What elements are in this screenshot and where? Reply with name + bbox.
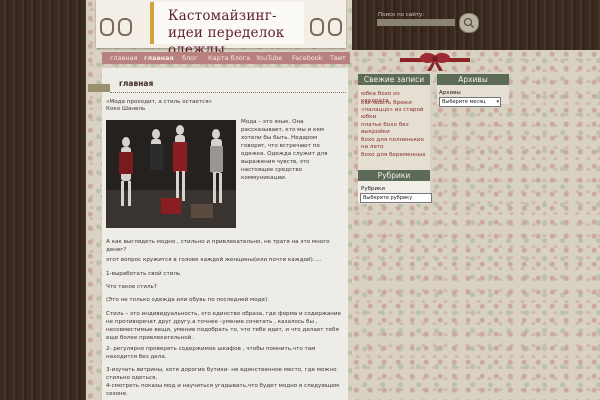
nav-home[interactable]: главная — [110, 52, 138, 64]
recent-post-link[interactable]: бохо для беременных — [361, 152, 429, 159]
post-quote-author: Коко Шанель — [106, 106, 146, 112]
nav-blog[interactable]: блог — [182, 52, 198, 64]
archives-select-value: Выберите месяц — [442, 99, 486, 105]
nav-twitter[interactable]: Твит — [330, 52, 346, 64]
categories-select[interactable]: Выберите рубрику — [360, 193, 432, 203]
search-input[interactable] — [377, 19, 455, 26]
categories-label: Рубрики — [361, 186, 385, 192]
post-paragraph: А как выглядеть модно , стильно и привле… — [106, 239, 330, 253]
nav-facebook[interactable]: Facebook — [292, 52, 323, 64]
binder-ring-icon — [310, 18, 324, 36]
recent-post-link[interactable]: как сшить брюки «палаццо» из старой юбки — [361, 100, 429, 121]
chevron-down-icon: ▾ — [496, 99, 499, 105]
post-paragraph: этот вопрос кружится в голове каждой жен… — [106, 257, 322, 263]
post-paragraph: Стиль – это индивидуальность, это единст… — [106, 311, 341, 341]
search-label: Поиск по сайту: — [378, 12, 425, 18]
archives-select[interactable]: Выберите месяц ▾ — [439, 97, 501, 107]
recent-post-link[interactable]: платье бохо без выкройки — [361, 122, 429, 136]
search-button[interactable] — [459, 13, 479, 33]
divider — [110, 92, 346, 93]
search-icon — [463, 17, 475, 29]
post-paragraph: 2- регулярно проверять содержимое шкафов… — [106, 346, 316, 360]
ribbon-bow-icon — [400, 53, 470, 71]
binder-ring-icon — [100, 18, 114, 36]
nav-sitemap[interactable]: Карта блога — [208, 52, 250, 64]
nav-youtube[interactable]: YouTube — [256, 52, 282, 64]
post-paragraph: (Это не только одежда или обувь по после… — [106, 297, 269, 303]
post-paragraph: 3-изучать витрины, хотя дорогие бутики- … — [106, 367, 337, 381]
archives-label: Архивы — [439, 90, 461, 96]
main-nav: главная главная блог Карта блога YouTube… — [102, 52, 350, 64]
nav-home-active[interactable]: главная — [144, 52, 174, 64]
post-intro: Мода – это язык. Она рассказывает, кто м… — [241, 119, 328, 181]
post-paragraph: 1-выработать свой стиль — [106, 271, 181, 277]
categories-heading: Рубрики — [358, 170, 430, 181]
mannequins-image — [106, 120, 236, 228]
post-title-tab — [88, 84, 110, 92]
recent-posts-heading: Свежие записи — [358, 74, 430, 85]
mannequins-photo — [106, 120, 236, 228]
archives-heading: Архивы — [437, 74, 509, 85]
post-paragraph: 4-смотреть показы мод и научиться угадыв… — [106, 383, 339, 397]
categories-select-value: Выберите рубрику — [363, 195, 413, 201]
recent-post-link[interactable]: бохо для полненьких на лето — [361, 137, 429, 151]
binder-ring-icon — [328, 18, 342, 36]
post-title: главная — [119, 79, 154, 88]
binder-ring-icon — [118, 18, 132, 36]
post-paragraph: Что такое стиль? — [106, 284, 157, 290]
